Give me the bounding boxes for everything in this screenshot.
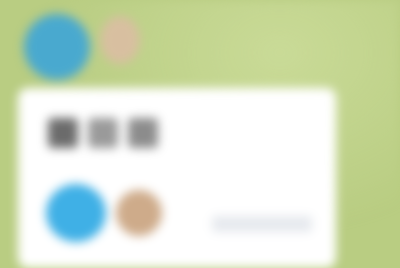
dialog-title (48, 118, 158, 148)
option-avatar-blue-icon[interactable] (46, 184, 106, 242)
option-avatar-tan-icon[interactable] (116, 190, 162, 236)
option-row (46, 184, 162, 242)
title-chip (88, 118, 118, 148)
title-chip (48, 118, 78, 148)
action-button[interactable] (212, 216, 312, 232)
avatar-tan-icon[interactable] (100, 16, 140, 64)
dialog-card (18, 88, 336, 268)
avatar-blue-icon[interactable] (24, 14, 90, 80)
title-chip (128, 118, 158, 148)
